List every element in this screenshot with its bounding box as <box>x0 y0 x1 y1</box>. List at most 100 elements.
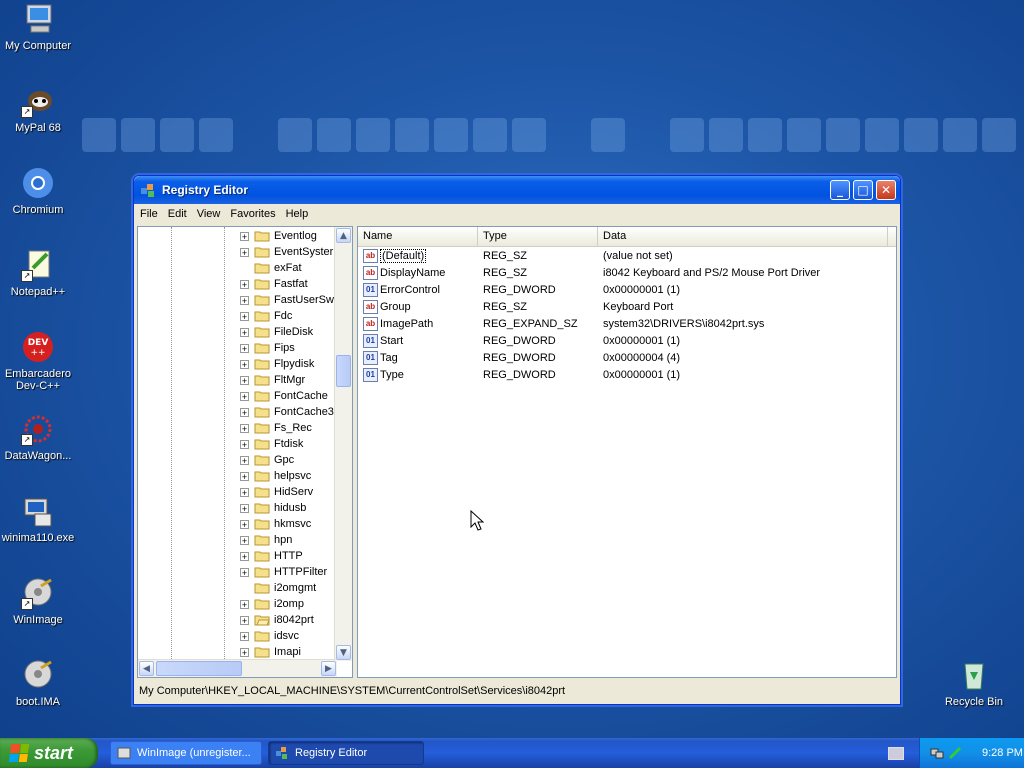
expand-icon[interactable]: + <box>240 375 249 385</box>
expand-icon[interactable]: + <box>240 535 249 545</box>
expand-icon[interactable]: + <box>240 551 249 561</box>
expand-icon[interactable]: + <box>240 519 249 529</box>
desktop-icon-my-computer[interactable]: My Computer <box>0 2 76 52</box>
folder-icon <box>254 231 270 242</box>
column-header-data[interactable]: Data <box>598 227 888 246</box>
expand-icon[interactable]: + <box>240 647 249 657</box>
value-row[interactable]: 01 Type REG_DWORD 0x00000001 (1) <box>358 366 896 383</box>
desktop-icon-winimage[interactable]: ↗ WinImage <box>0 576 76 626</box>
minimize-button[interactable]: _ <box>830 180 850 200</box>
keyboard-layout-icon[interactable] <box>888 747 904 760</box>
desktop-icon-bootima[interactable]: boot.IMA <box>0 658 76 708</box>
tree-node[interactable]: + hkmsvc <box>240 516 311 532</box>
network-icon[interactable] <box>930 746 944 760</box>
tree-node[interactable]: + Fdc <box>240 308 292 324</box>
desktop-icon-recycle-bin[interactable]: Recycle Bin <box>936 658 1012 708</box>
tree-node[interactable]: + FileDisk <box>240 324 313 340</box>
desktop-icon-winima[interactable]: winima110.exe <box>0 494 76 544</box>
value-row[interactable]: ab ImagePath REG_EXPAND_SZ system32\DRIVERS… <box>358 315 896 332</box>
expand-icon[interactable]: + <box>240 343 249 353</box>
tree-node[interactable]: + i8042prt <box>240 612 314 628</box>
tree-node[interactable]: + Eventlog <box>240 228 317 244</box>
tree-node[interactable]: + Imapi <box>240 644 301 660</box>
taskbar-item-winimage[interactable]: WinImage (unregister... <box>110 741 262 765</box>
tree-node[interactable]: + hpn <box>240 532 292 548</box>
value-row[interactable]: ab Group REG_SZ Keyboard Port <box>358 298 896 315</box>
tree-node[interactable]: + FontCache3 <box>240 404 334 420</box>
expand-icon[interactable]: + <box>240 487 249 497</box>
tree-node[interactable]: + FontCache <box>240 388 328 404</box>
expand-icon[interactable]: + <box>240 471 249 481</box>
desktop-icon-chromium[interactable]: Chromium <box>0 166 76 216</box>
tree-node[interactable]: + HidServ <box>240 484 313 500</box>
tree-node[interactable]: + Fastfat <box>240 276 308 292</box>
tree-node[interactable]: + EventSyster <box>240 244 333 260</box>
tree-node[interactable]: + HTTP <box>240 548 303 564</box>
values-list[interactable]: Name Type Data ab (Default) REG_SZ (value n… <box>357 226 897 678</box>
expand-icon[interactable]: + <box>240 503 249 513</box>
expand-icon[interactable]: + <box>240 567 249 577</box>
column-header-name[interactable]: Name <box>358 227 478 246</box>
expand-icon[interactable]: + <box>240 311 249 321</box>
expand-icon[interactable]: + <box>240 359 249 369</box>
desktop-icon-mypal[interactable]: ↗ MyPal 68 <box>0 84 76 134</box>
close-button[interactable]: ✕ <box>876 180 896 200</box>
registry-tree[interactable]: + Eventlog + EventSyster exFat + Fastfat + FastU… <box>137 226 353 678</box>
maximize-button[interactable]: □ <box>853 180 873 200</box>
tree-node[interactable]: i2omgmt <box>240 580 316 596</box>
expand-icon[interactable]: + <box>240 279 249 289</box>
tree-node[interactable]: exFat <box>240 260 302 276</box>
expand-icon[interactable]: + <box>240 615 249 625</box>
tree-node[interactable]: + hidusb <box>240 500 306 516</box>
menu-favorites[interactable]: Favorites <box>230 208 275 220</box>
expand-icon[interactable]: + <box>240 423 249 433</box>
desktop-icon-notepadpp[interactable]: ↗ Notepad++ <box>0 248 76 298</box>
clock[interactable]: 9:28 PM <box>982 747 1023 759</box>
value-row[interactable]: 01 Tag REG_DWORD 0x00000004 (4) <box>358 349 896 366</box>
expand-icon[interactable]: + <box>240 247 249 257</box>
scroll-thumb[interactable] <box>336 355 351 387</box>
expand-icon[interactable]: + <box>240 295 249 305</box>
menu-help[interactable]: Help <box>286 208 309 220</box>
tree-node[interactable]: + Ftdisk <box>240 436 303 452</box>
desktop-icon-devcpp[interactable]: DEV ++ Embarcadero Dev-C++ <box>0 330 76 392</box>
column-header-type[interactable]: Type <box>478 227 598 246</box>
expand-icon[interactable]: + <box>240 439 249 449</box>
expand-icon[interactable]: + <box>240 599 249 609</box>
value-row[interactable]: ab (Default) REG_SZ (value not set) <box>358 247 896 264</box>
tree-node[interactable]: + Gpc <box>240 452 294 468</box>
start-button[interactable]: start <box>0 738 98 768</box>
tree-horizontal-scrollbar[interactable]: ◀ ▶ <box>138 659 337 677</box>
desktop-icon-datawagon[interactable]: ↗ DataWagon... <box>0 412 76 462</box>
scroll-down-button[interactable]: ▼ <box>336 645 351 660</box>
horizontal-scroll-thumb[interactable] <box>156 661 242 676</box>
expand-icon[interactable]: + <box>240 631 249 641</box>
scroll-up-button[interactable]: ▲ <box>336 228 351 243</box>
tree-node[interactable]: + i2omp <box>240 596 304 612</box>
safely-remove-icon[interactable] <box>948 746 962 760</box>
scroll-left-button[interactable]: ◀ <box>139 661 154 676</box>
menu-edit[interactable]: Edit <box>168 208 187 220</box>
tree-node[interactable]: + HTTPFilter <box>240 564 327 580</box>
tree-node[interactable]: + FltMgr <box>240 372 305 388</box>
tree-node[interactable]: + Fs_Rec <box>240 420 312 436</box>
expand-icon[interactable]: + <box>240 407 249 417</box>
value-row[interactable]: 01 ErrorControl REG_DWORD 0x00000001 (1) <box>358 281 896 298</box>
tree-vertical-scrollbar[interactable]: ▲ ▼ <box>334 227 352 661</box>
scroll-right-button[interactable]: ▶ <box>321 661 336 676</box>
menu-file[interactable]: File <box>140 208 158 220</box>
value-row[interactable]: 01 Start REG_DWORD 0x00000001 (1) <box>358 332 896 349</box>
menu-view[interactable]: View <box>197 208 221 220</box>
value-row[interactable]: ab DisplayName REG_SZ i8042 Keyboard and PS… <box>358 264 896 281</box>
expand-icon[interactable]: + <box>240 327 249 337</box>
expand-icon[interactable]: + <box>240 231 249 241</box>
tree-node[interactable]: + idsvc <box>240 628 299 644</box>
expand-icon[interactable]: + <box>240 455 249 465</box>
taskbar-item-registry-editor[interactable]: Registry Editor <box>268 741 424 765</box>
title-bar[interactable]: Registry Editor _ □ ✕ <box>134 176 900 204</box>
tree-node[interactable]: + FastUserSw <box>240 292 334 308</box>
expand-icon[interactable]: + <box>240 391 249 401</box>
tree-node[interactable]: + Fips <box>240 340 295 356</box>
tree-node[interactable]: + Flpydisk <box>240 356 314 372</box>
tree-node[interactable]: + helpsvc <box>240 468 311 484</box>
